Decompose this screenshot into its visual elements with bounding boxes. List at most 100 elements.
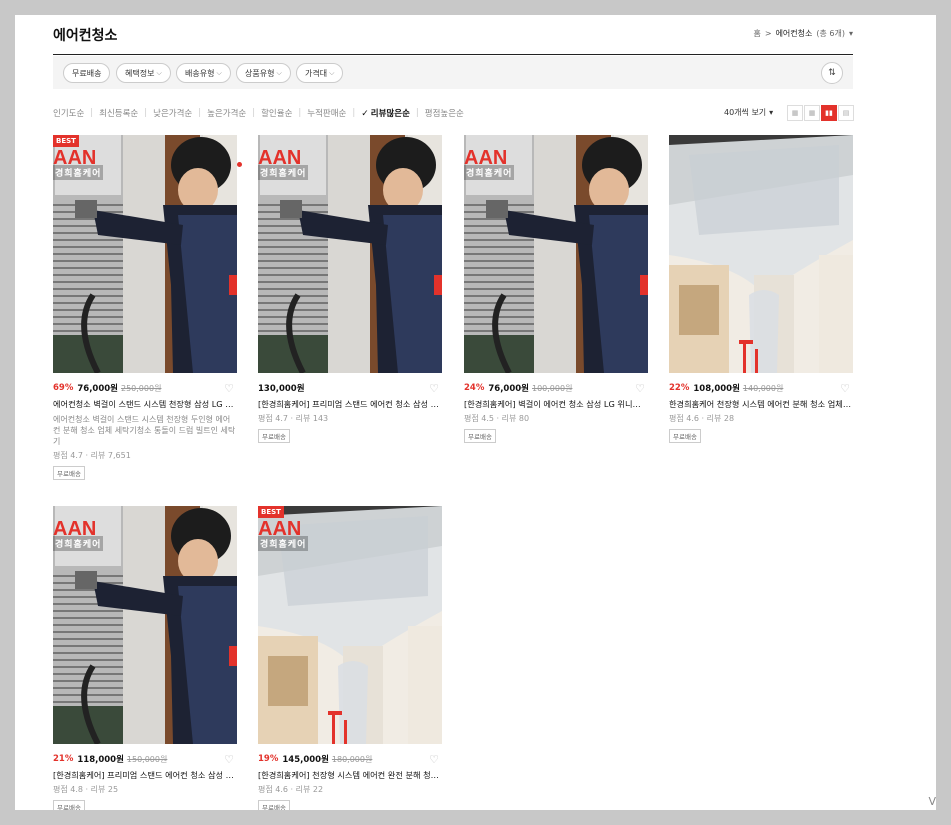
product-card[interactable]: AAN 경희홈케어 BEST 69% 76,000원 250,000원 ♡ 에어… (53, 135, 237, 480)
image-overlay-sub: 경희홈케어 (53, 165, 104, 180)
free-shipping-tag: 무료배송 (53, 466, 85, 480)
heart-icon[interactable]: ♡ (840, 382, 850, 395)
heart-icon[interactable]: ♡ (635, 382, 645, 395)
product-name[interactable]: [한경희홈케어] 프리미엄 스탠드 에어컨 청소 삼성 LG 전문 (258, 398, 442, 410)
price-row: 69% 76,000원 250,000원 ♡ (53, 381, 237, 395)
original-price: 100,000원 (531, 383, 573, 393)
sort-newest[interactable]: 최신등록순 (99, 107, 138, 119)
sale-price: 108,000원 (693, 384, 740, 394)
product-thumbnail[interactable]: AAN 경희홈케어 (258, 135, 442, 373)
sort-reviews-label: 리뷰많은순 (370, 109, 410, 119)
filter-product-type[interactable]: 상품유형 ⌵ (236, 63, 291, 83)
filter-benefits[interactable]: 혜택정보 ⌵ (116, 63, 171, 83)
product-card[interactable]: AAN 경희홈케어 BEST 19% 145,000원 180,000원 ♡ [… (258, 506, 442, 810)
product-name[interactable]: [한경희홈케어] 벽걸이 에어컨 청소 삼성 LG 위니아 캐리어 (464, 398, 648, 410)
free-shipping-tag: 무료배송 (669, 429, 701, 443)
image-overlay-sub: 경희홈케어 (464, 165, 515, 180)
breadcrumb-count: (총 6개) (816, 29, 845, 38)
price-row: 19% 145,000원 180,000원 ♡ (258, 752, 442, 766)
sort-rating[interactable]: 평점높은순 (425, 107, 464, 119)
original-price: 250,000원 (120, 383, 162, 393)
filter-free-shipping[interactable]: 무료배송 (63, 63, 111, 83)
original-price: 140,000원 (742, 383, 784, 393)
chevron-down-icon[interactable]: ▾ (849, 29, 853, 38)
view-grid-large-icon[interactable]: ▮▮ (821, 105, 837, 121)
filter-settings-icon[interactable]: ⇅ (821, 62, 843, 84)
rating-reviews: 평점 4.6 · 리뷰 22 (258, 785, 324, 794)
chevron-down-icon: ⌵ (329, 68, 335, 77)
view-toggle: ▦ ▦ ▮▮ ▤ (787, 105, 854, 121)
product-thumbnail[interactable]: AAN 경희홈케어 (53, 506, 237, 744)
product-card[interactable]: 22% 108,000원 140,000원 ♡ 한경희홈케어 천장형 시스템 에… (669, 135, 853, 443)
breadcrumb-sep: > (764, 29, 772, 38)
discount-rate: 19% (258, 754, 279, 764)
sale-price: 118,000원 (77, 755, 124, 765)
free-shipping-tag: 무료배송 (258, 429, 290, 443)
product-card[interactable]: AAN 경희홈케어 24% 76,000원 100,000원 ♡ [한경희홈케어… (464, 135, 648, 443)
product-name[interactable]: [한경희홈케어] 천장형 시스템 에어컨 완전 분해 청소 삼성 LG (258, 769, 442, 781)
view-grid-small-icon[interactable]: ▦ (787, 105, 803, 121)
red-dot-marker (237, 162, 242, 167)
sort-options: 인기도순 | 최신등록순 | 낮은가격순 | 높은가격순 | 할인율순 | 누적판매순 | … (53, 107, 464, 119)
free-shipping-tag: 무료배송 (53, 800, 85, 810)
original-price: 150,000원 (126, 754, 168, 764)
per-page-select[interactable]: 40개씩 보기 ▾ (724, 107, 773, 118)
view-grid-medium-icon[interactable]: ▦ (804, 105, 820, 121)
sort-reviews[interactable]: ✓ 리뷰많은순 (361, 107, 410, 119)
product-thumbnail[interactable]: AAN 경희홈케어 BEST (258, 506, 442, 744)
product-thumbnail[interactable] (669, 135, 853, 373)
page-title: 에어컨청소 (53, 28, 118, 44)
chevron-down-icon: ▾ (769, 108, 774, 117)
product-name[interactable]: 에어컨청소 벽걸이 스탠드 시스템 천장형 삼성 LG 위니아 캐리어 (53, 398, 237, 410)
chevron-down-icon: ⌵ (156, 68, 162, 77)
rating-reviews: 평점 4.5 · 리뷰 80 (464, 414, 530, 423)
free-shipping-tag: 무료배송 (464, 429, 496, 443)
image-overlay-sub: 경희홈케어 (53, 536, 104, 551)
rating-reviews: 평점 4.6 · 리뷰 28 (669, 414, 735, 423)
price-row: 130,000원 ♡ (258, 381, 442, 395)
sort-low-price[interactable]: 낮은가격순 (153, 107, 192, 119)
page: 에어컨청소 홈 > 에어컨청소 (총 6개) ▾ 무료배송 혜택정보 ⌵ 배송유형… (15, 15, 936, 810)
rating-reviews: 평점 4.8 · 리뷰 25 (53, 785, 119, 794)
breadcrumb-home[interactable]: 홈 (753, 28, 760, 39)
discount-rate: 24% (464, 383, 485, 393)
filter-label: 상품유형 (245, 68, 275, 78)
product-name[interactable]: [한경희홈케어] 프리미엄 스탠드 에어컨 청소 삼성 LG 2in1 (53, 769, 237, 781)
image-overlay-sub: 경희홈케어 (258, 536, 309, 551)
filter-delivery-type[interactable]: 배송유형 ⌵ (176, 63, 231, 83)
filter-label: 무료배송 (72, 68, 102, 78)
edge-letter: V (928, 795, 936, 808)
sort-sales[interactable]: 누적판매순 (307, 107, 346, 119)
original-price: 180,000원 (331, 754, 373, 764)
product-name[interactable]: 한경희홈케어 천장형 시스템 에어컨 분해 청소 업체 삼성 LG (669, 398, 853, 410)
filter-label: 가격대 (305, 68, 328, 78)
heart-icon[interactable]: ♡ (429, 753, 439, 766)
sort-discount[interactable]: 할인율순 (261, 107, 292, 119)
sort-high-price[interactable]: 높은가격순 (207, 107, 246, 119)
discount-rate: 21% (53, 754, 74, 764)
price-row: 24% 76,000원 100,000원 ♡ (464, 381, 648, 395)
sale-price: 76,000원 (77, 384, 118, 394)
sale-price: 130,000원 (258, 384, 305, 394)
product-thumbnail[interactable]: AAN 경희홈케어 (464, 135, 648, 373)
breadcrumb-current[interactable]: 에어컨청소 (776, 28, 813, 39)
product-card[interactable]: AAN 경희홈케어 21% 118,000원 150,000원 ♡ [한경희홈케… (53, 506, 237, 810)
sort-popular[interactable]: 인기도순 (53, 107, 84, 119)
image-overlay-sub: 경희홈케어 (258, 165, 309, 180)
filter-bar: 무료배송 혜택정보 ⌵ 배송유형 ⌵ 상품유형 ⌵ 가격대 ⌵ ⇅ (53, 56, 853, 89)
heart-icon[interactable]: ♡ (429, 382, 439, 395)
check-icon: ✓ (361, 109, 369, 119)
product-description: 에어컨청소 벽걸이 스탠드 시스템 천장형 두인형 에어컨 분해 청소 업체 세… (53, 415, 236, 446)
heart-icon[interactable]: ♡ (224, 753, 234, 766)
view-list-icon[interactable]: ▤ (838, 105, 854, 121)
heart-icon[interactable]: ♡ (224, 382, 234, 395)
rating-reviews: 평점 4.7 · 리뷰 7,651 (53, 451, 131, 460)
product-card[interactable]: AAN 경희홈케어 130,000원 ♡ [한경희홈케어] 프리미엄 스탠드 에… (258, 135, 442, 443)
per-page-label: 40개씩 보기 (724, 108, 767, 117)
filter-price-range[interactable]: 가격대 ⌵ (296, 63, 344, 83)
sale-price: 76,000원 (488, 384, 529, 394)
product-thumbnail[interactable]: AAN 경희홈케어 BEST (53, 135, 237, 373)
product-photo (669, 135, 853, 373)
title-divider (53, 54, 853, 55)
discount-rate: 69% (53, 383, 74, 393)
